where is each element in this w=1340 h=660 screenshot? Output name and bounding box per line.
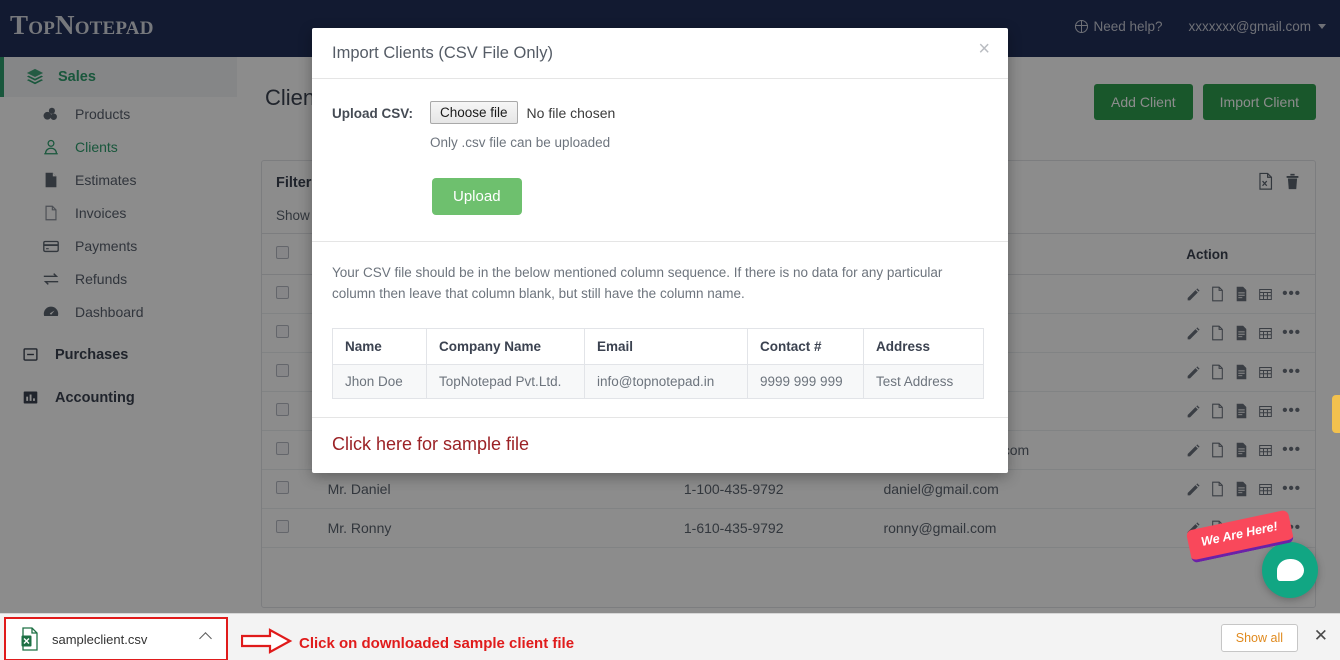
arrow-right-icon — [241, 628, 293, 659]
sample-th-contact: Contact # — [748, 329, 864, 365]
csv-format-note: Your CSV file should be in the below men… — [332, 262, 988, 304]
modal-info-section: Your CSV file should be in the below men… — [312, 242, 1008, 417]
chat-widget-button[interactable] — [1262, 542, 1318, 598]
downloaded-file-item[interactable]: sampleclient.csv — [4, 617, 228, 660]
sample-header-row: Name Company Name Email Contact # Addres… — [333, 329, 984, 365]
sample-cell-name: Jhon Doe — [333, 365, 427, 399]
sample-th-address: Address — [864, 329, 984, 365]
sample-th-email: Email — [585, 329, 748, 365]
sample-table-body: Jhon Doe TopNotepad Pvt.Ltd. info@topnot… — [333, 365, 984, 399]
chevron-up-icon[interactable] — [199, 632, 212, 645]
chat-bubble-icon — [1277, 559, 1304, 581]
choose-file-button[interactable]: Choose file — [430, 101, 518, 124]
excel-file-icon — [20, 627, 40, 651]
sample-csv-table: Name Company Name Email Contact # Addres… — [332, 328, 984, 399]
modal-header: Import Clients (CSV File Only) × — [312, 28, 1008, 79]
show-all-label: Show all — [1236, 631, 1283, 645]
download-bar-close-icon[interactable]: ✕ — [1314, 628, 1328, 644]
upload-control: Choose file No file chosen Only .csv fil… — [430, 101, 988, 215]
sample-cell-email: info@topnotepad.in — [585, 365, 748, 399]
sample-row: Jhon Doe TopNotepad Pvt.Ltd. info@topnot… — [333, 365, 984, 399]
upload-button[interactable]: Upload — [432, 178, 522, 215]
sample-cell-company: TopNotepad Pvt.Ltd. — [427, 365, 585, 399]
modal-upload-section: Upload CSV: Choose file No file chosen O… — [312, 79, 1008, 241]
upload-csv-label: Upload CSV: — [332, 101, 430, 123]
file-input[interactable]: Choose file No file chosen — [430, 101, 988, 124]
feedback-tab[interactable] — [1332, 395, 1340, 433]
close-icon[interactable]: × — [978, 40, 990, 58]
modal-title: Import Clients (CSV File Only) — [332, 44, 553, 63]
sample-cell-address: Test Address — [864, 365, 984, 399]
annotation-group: Click on downloaded sample client file — [241, 628, 574, 659]
sample-th-name: Name — [333, 329, 427, 365]
no-file-chosen-label: No file chosen — [527, 105, 616, 121]
show-all-button[interactable]: Show all — [1221, 624, 1298, 652]
import-clients-modal: Import Clients (CSV File Only) × Upload … — [312, 28, 1008, 473]
app-root: TopNotepad Need help? xxxxxxx@gmail.com … — [0, 0, 1340, 660]
upload-hint: Only .csv file can be uploaded — [430, 135, 988, 150]
download-bar: sampleclient.csv Click on downloaded sam… — [0, 613, 1340, 660]
download-file-name: sampleclient.csv — [52, 632, 147, 647]
sample-cell-contact: 9999 999 999 — [748, 365, 864, 399]
modal-footer: Click here for sample file — [312, 417, 1008, 473]
annotation-text: Click on downloaded sample client file — [299, 635, 574, 652]
sample-file-link[interactable]: Click here for sample file — [332, 434, 529, 454]
upload-row: Upload CSV: Choose file No file chosen O… — [332, 101, 988, 215]
sample-table-head: Name Company Name Email Contact # Addres… — [333, 329, 984, 365]
sample-th-company: Company Name — [427, 329, 585, 365]
